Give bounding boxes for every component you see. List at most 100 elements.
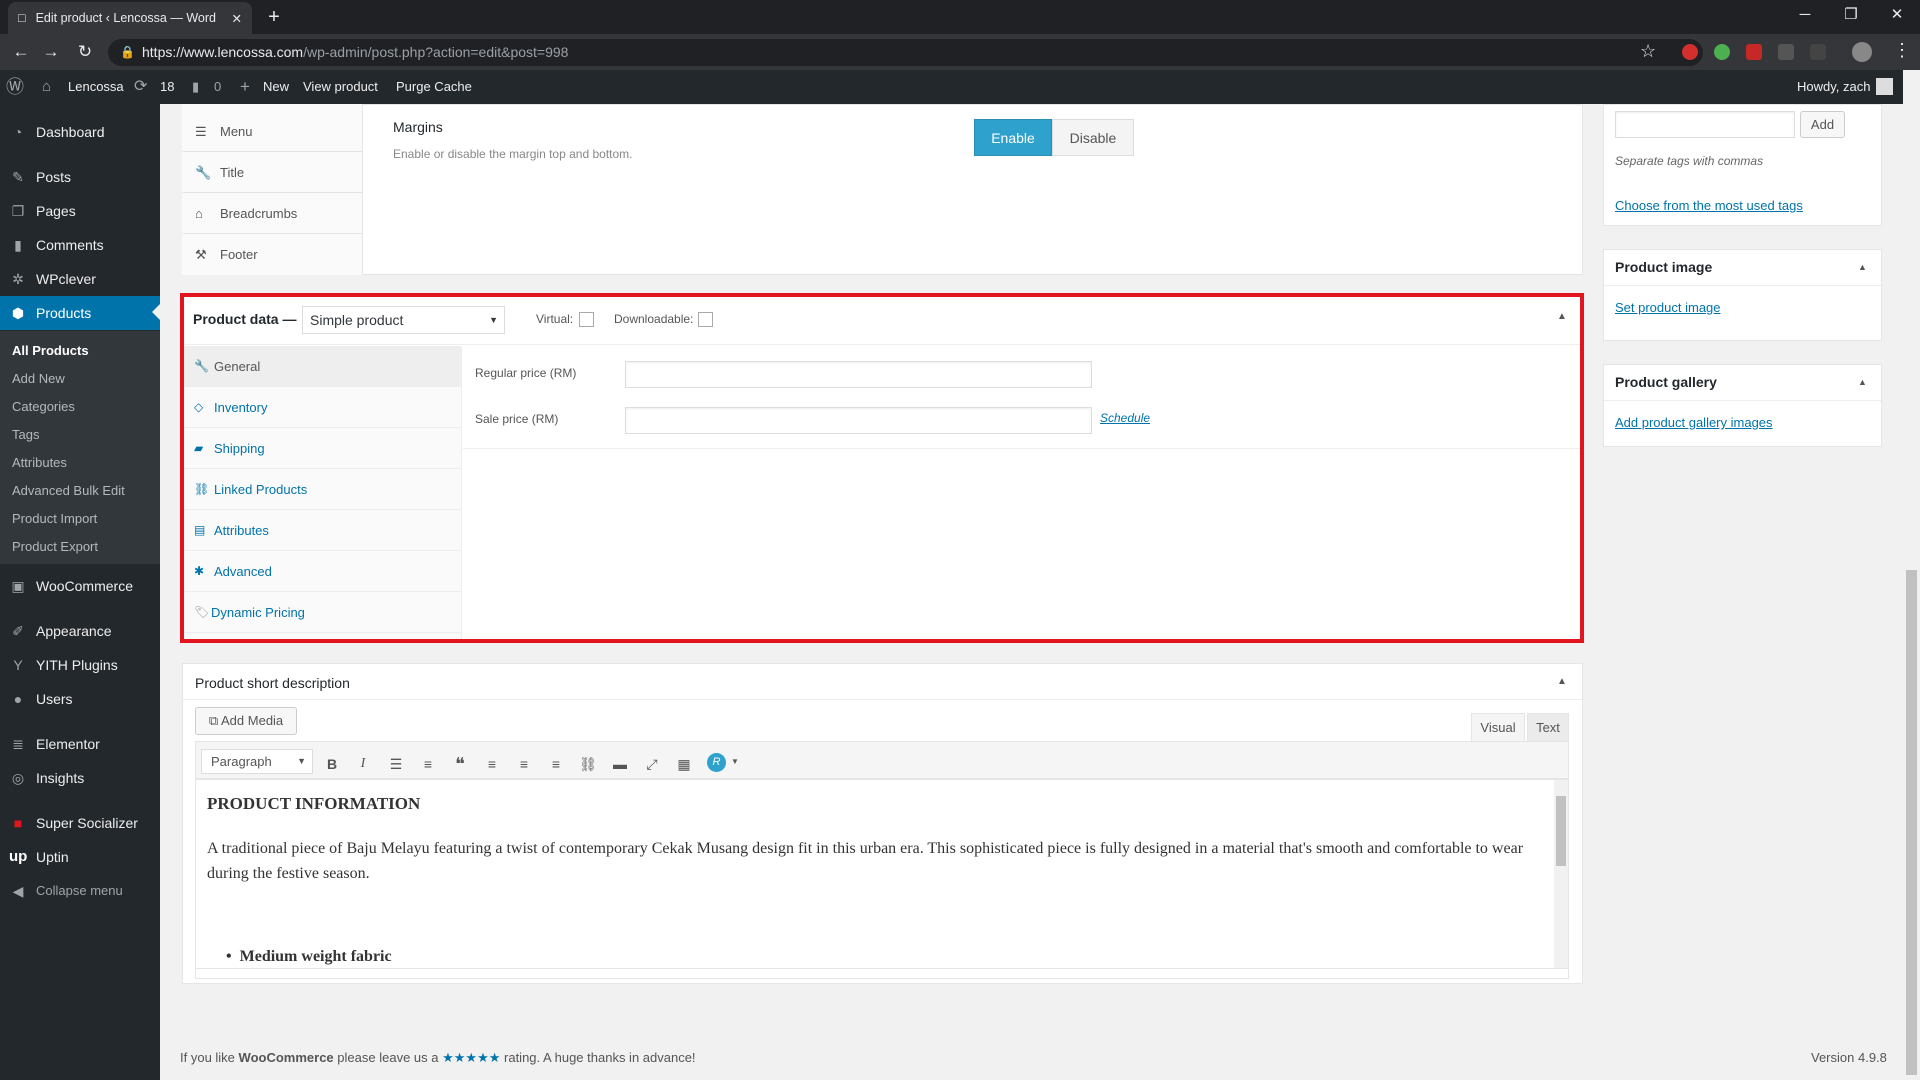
menu-insights[interactable]: ◎ Insights [0, 761, 160, 795]
plugin-r-icon[interactable]: R [707, 753, 726, 772]
visual-tab[interactable]: Visual [1471, 713, 1525, 741]
pd-tab-dynamic-pricing[interactable]: 🏷 Dynamic Pricing [184, 592, 462, 633]
editor-scrollbar-thumb[interactable] [1556, 796, 1566, 866]
restore-button[interactable]: ❐ [1828, 0, 1874, 32]
add-tag-button[interactable]: Add [1800, 111, 1845, 138]
pd-tab-linked-products[interactable]: ⛓ Linked Products [184, 469, 462, 510]
most-used-tags-link[interactable]: Choose from the most used tags [1615, 198, 1803, 213]
new-tab-button[interactable]: + [262, 6, 286, 30]
comments-count[interactable]: 0 [214, 70, 221, 104]
pen-extension-icon[interactable] [1778, 44, 1794, 60]
regular-price-input[interactable] [625, 361, 1092, 388]
view-product-link[interactable]: View product [303, 70, 378, 104]
reload-icon[interactable]: ↻ [72, 40, 98, 64]
browser-tab[interactable]: □ Edit product ‹ Lencossa — Word ✕ [8, 2, 252, 34]
pd-tab-attributes[interactable]: ▤ Attributes [184, 510, 462, 551]
add-gallery-images-link[interactable]: Add product gallery images [1615, 415, 1773, 430]
editor-content[interactable]: PRODUCT INFORMATION A traditional piece … [195, 779, 1569, 969]
blockquote-icon[interactable]: ❝ [448, 752, 472, 776]
toolbar-toggle-icon[interactable]: ▦ [672, 752, 696, 776]
back-icon[interactable]: ← [8, 40, 34, 64]
add-media-button[interactable]: ⧉ Add Media [195, 707, 297, 735]
menu-products[interactable]: ⬢ Products [0, 296, 160, 330]
sale-price-input[interactable] [625, 407, 1092, 434]
tab-breadcrumbs[interactable]: ⌂ Breadcrumbs [183, 193, 363, 234]
set-product-image-link[interactable]: Set product image [1615, 300, 1721, 315]
link-icon[interactable]: ⛓ [576, 752, 600, 776]
align-center-icon[interactable]: ≡ [512, 752, 536, 776]
red-extension-icon[interactable] [1746, 44, 1762, 60]
collapse-toggle-icon[interactable]: ▲ [1858, 262, 1867, 272]
pd-tab-advanced[interactable]: ✱ Advanced [184, 551, 462, 592]
submenu-add-new[interactable]: Add New [0, 365, 160, 393]
read-more-icon[interactable]: ▬ [608, 752, 632, 776]
browser-menu-icon[interactable]: ⋮ [1893, 40, 1911, 61]
site-name-link[interactable]: Lencossa [68, 70, 124, 104]
tab-title[interactable]: 🔧 Title [183, 152, 363, 193]
chevron-down-icon[interactable]: ▼ [731, 757, 739, 766]
menu-wpclever[interactable]: ✲ WPclever [0, 262, 160, 296]
disable-button[interactable]: Disable [1052, 119, 1134, 156]
menu-comments[interactable]: ▮ Comments [0, 228, 160, 262]
address-bar[interactable]: 🔒 https://www.lencossa.com/wp-admin/post.… [108, 39, 1703, 66]
submenu-all-products[interactable]: All Products [0, 337, 160, 365]
collapse-toggle-icon[interactable]: ▲ [1557, 676, 1567, 687]
product-type-select[interactable]: Simple product ▼ [302, 306, 505, 334]
pin-extension-icon[interactable] [1810, 44, 1826, 60]
minimize-button[interactable]: ─ [1782, 0, 1828, 32]
align-right-icon[interactable]: ≡ [544, 752, 568, 776]
rating-stars-link[interactable]: ★★★★★ [442, 1050, 500, 1065]
numbered-list-icon[interactable]: ≡ [416, 752, 440, 776]
menu-users[interactable]: ● Users [0, 682, 160, 716]
updates-count[interactable]: 18 [160, 70, 174, 104]
submenu-advanced-bulk-edit[interactable]: Advanced Bulk Edit [0, 477, 160, 505]
text-tab[interactable]: Text [1527, 713, 1569, 741]
menu-appearance[interactable]: ✐ Appearance [0, 614, 160, 648]
pd-tab-general[interactable]: 🔧 General [184, 346, 462, 387]
format-select[interactable]: Paragraph ▼ [201, 749, 313, 774]
forward-icon[interactable]: → [38, 40, 64, 64]
tags-input[interactable] [1615, 111, 1795, 138]
submenu-tags[interactable]: Tags [0, 421, 160, 449]
align-left-icon[interactable]: ≡ [480, 752, 504, 776]
submenu-attributes[interactable]: Attributes [0, 449, 160, 477]
wordpress-logo-icon[interactable]: Ⓦ [6, 70, 30, 104]
pd-tab-shipping[interactable]: ▰ Shipping [184, 428, 462, 469]
downloadable-checkbox[interactable] [698, 312, 713, 327]
page-scrollbar-thumb[interactable] [1906, 570, 1917, 1075]
bold-icon[interactable]: B [320, 752, 344, 776]
menu-uptin[interactable]: up Uptin [0, 840, 160, 874]
tab-menu[interactable]: ☰ Menu [183, 111, 363, 152]
virtual-checkbox[interactable] [579, 312, 594, 327]
italic-icon[interactable]: I [351, 752, 375, 776]
adblock-extension-icon[interactable] [1682, 44, 1698, 60]
submenu-product-import[interactable]: Product Import [0, 505, 160, 533]
bullet-list-icon[interactable]: ☰ [384, 752, 408, 776]
profile-avatar-icon[interactable] [1852, 42, 1872, 62]
fullscreen-icon[interactable]: ⤢ [640, 752, 664, 776]
collapse-toggle-icon[interactable]: ▲ [1858, 377, 1867, 387]
menu-super-socializer[interactable]: ■ Super Socializer [0, 806, 160, 840]
tab-footer[interactable]: ⚒ Footer [183, 234, 363, 275]
submenu-categories[interactable]: Categories [0, 393, 160, 421]
close-tab-icon[interactable]: ✕ [232, 11, 242, 26]
purge-cache-link[interactable]: Purge Cache [396, 70, 472, 104]
menu-yith-plugins[interactable]: Y YITH Plugins [0, 648, 160, 682]
menu-dashboard[interactable]: ◔ Dashboard [0, 115, 160, 149]
collapse-toggle-icon[interactable]: ▲ [1557, 311, 1567, 322]
schedule-link[interactable]: Schedule [1100, 411, 1150, 425]
close-window-button[interactable]: ✕ [1874, 0, 1920, 32]
new-link[interactable]: New [263, 70, 289, 104]
green-extension-icon[interactable] [1714, 44, 1730, 60]
menu-posts[interactable]: ✎ Posts [0, 160, 160, 194]
pd-tab-inventory[interactable]: ◇ Inventory [184, 387, 462, 428]
editor-resize-bar[interactable] [195, 969, 1569, 979]
user-avatar[interactable] [1876, 78, 1893, 95]
menu-woocommerce[interactable]: ▣ WooCommerce [0, 569, 160, 603]
menu-pages[interactable]: ❐ Pages [0, 194, 160, 228]
howdy-user[interactable]: Howdy, zach [1797, 70, 1870, 104]
enable-button[interactable]: Enable [974, 119, 1052, 156]
collapse-menu-button[interactable]: ◀ Collapse menu [0, 874, 160, 908]
bookmark-star-icon[interactable]: ☆ [1640, 41, 1656, 62]
submenu-product-export[interactable]: Product Export [0, 533, 160, 561]
